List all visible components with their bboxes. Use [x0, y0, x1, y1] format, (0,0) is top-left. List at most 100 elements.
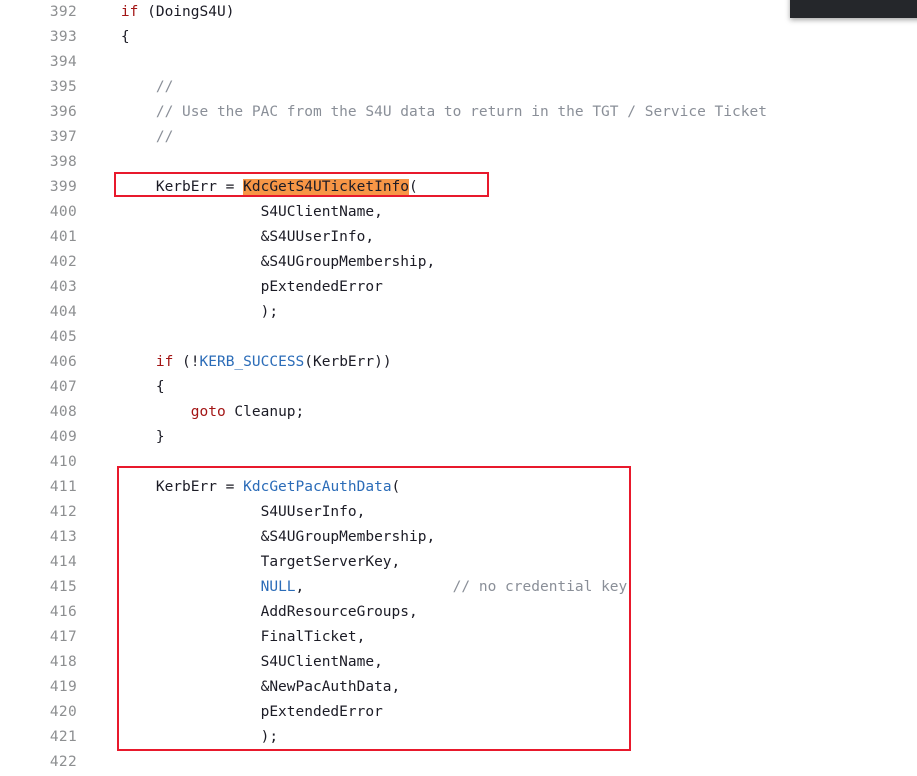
line-code: S4UClientName, [86, 200, 383, 225]
line-code: // [86, 75, 173, 100]
code-token-plain: &S4UGroupMembership, [86, 529, 436, 545]
code-token-plain: } [86, 429, 165, 445]
code-line[interactable]: 412 S4UUserInfo, [0, 500, 917, 525]
code-token-plain: pExtendedError [86, 704, 383, 720]
overlay-panel [790, 0, 917, 18]
line-number: 393 [49, 29, 77, 45]
line-code: KerbErr = KdcGetS4UTicketInfo( [86, 175, 418, 200]
code-token-plain: S4UClientName, [86, 654, 383, 670]
line-number: 406 [49, 354, 77, 370]
code-line[interactable]: 400 S4UClientName, [0, 200, 917, 225]
code-line[interactable]: 405 [0, 325, 917, 350]
code-line[interactable]: 397 // [0, 125, 917, 150]
line-code: &S4UGroupMembership, [86, 525, 436, 550]
code-line[interactable]: 393 { [0, 25, 917, 50]
code-line[interactable]: 413 &S4UGroupMembership, [0, 525, 917, 550]
code-line[interactable]: 415 NULL, // no credential key [0, 575, 917, 600]
line-code: ); [86, 725, 278, 750]
line-number: 407 [49, 379, 77, 395]
line-code: { [86, 25, 130, 50]
code-token-plain: Cleanup; [225, 404, 305, 420]
code-token-plain: &NewPacAuthData, [86, 679, 401, 695]
code-line[interactable]: 395 // [0, 75, 917, 100]
code-line[interactable]: 401 &S4UUserInfo, [0, 225, 917, 250]
code-token-plain: &S4UUserInfo, [86, 229, 375, 245]
line-number: 400 [49, 204, 77, 220]
code-line[interactable]: 418 S4UClientName, [0, 650, 917, 675]
line-number: 399 [49, 179, 77, 195]
code-token-highlight: KdcGetS4UTicketInfo [243, 179, 410, 195]
code-line[interactable]: 399 KerbErr = KdcGetS4UTicketInfo( [0, 175, 917, 200]
line-code: S4UUserInfo, [86, 500, 366, 525]
code-line[interactable]: 422 [0, 750, 917, 775]
code-line[interactable]: 414 TargetServerKey, [0, 550, 917, 575]
line-number: 405 [49, 329, 77, 345]
code-token-plain: (! [173, 354, 200, 370]
code-token-plain: { [86, 29, 130, 45]
line-number: 413 [49, 529, 77, 545]
line-number: 404 [49, 304, 77, 320]
line-code: FinalTicket, [86, 625, 366, 650]
line-number: 392 [49, 4, 77, 20]
line-number: 417 [49, 629, 77, 645]
line-code: } [86, 425, 165, 450]
line-number: 419 [49, 679, 77, 695]
code-line[interactable]: 419 &NewPacAuthData, [0, 675, 917, 700]
line-code: AddResourceGroups, [86, 600, 418, 625]
line-number: 420 [49, 704, 77, 720]
code-token-plain: FinalTicket, [86, 629, 366, 645]
code-token-plain: ( [409, 179, 418, 195]
line-code: { [86, 375, 165, 400]
code-token-comment: // no credential key [452, 579, 628, 595]
line-number: 395 [49, 79, 77, 95]
code-line[interactable]: 410 [0, 450, 917, 475]
line-number: 402 [49, 254, 77, 270]
code-line[interactable]: 408 goto Cleanup; [0, 400, 917, 425]
code-line[interactable]: 407 { [0, 375, 917, 400]
code-token-plain: AddResourceGroups, [86, 604, 418, 620]
code-line[interactable]: 394 [0, 50, 917, 75]
code-line[interactable]: 416 AddResourceGroups, [0, 600, 917, 625]
line-code: NULL, // no credential key [86, 575, 628, 600]
code-token-keyword: goto [190, 404, 226, 420]
code-token-plain: S4UClientName, [86, 204, 383, 220]
line-number: 418 [49, 654, 77, 670]
code-token-plain: (KerbErr)) [304, 354, 392, 370]
code-line[interactable]: 420 pExtendedError [0, 700, 917, 725]
code-line[interactable]: 409 } [0, 425, 917, 450]
code-line[interactable]: 421 ); [0, 725, 917, 750]
code-line[interactable]: 406 if (!KERB_SUCCESS(KerbErr)) [0, 350, 917, 375]
code-line[interactable]: 392 if (DoingS4U) [0, 0, 917, 25]
line-number: 422 [49, 754, 77, 770]
code-line[interactable]: 404 ); [0, 300, 917, 325]
code-token-type: KERB_SUCCESS [199, 354, 305, 370]
line-code: &S4UGroupMembership, [86, 250, 436, 275]
code-line[interactable]: 411 KerbErr = KdcGetPacAuthData( [0, 475, 917, 500]
code-token-comment: // [155, 129, 174, 145]
line-code: goto Cleanup; [86, 400, 305, 425]
line-number: 398 [49, 154, 77, 170]
line-number: 416 [49, 604, 77, 620]
code-line[interactable]: 417 FinalTicket, [0, 625, 917, 650]
code-token-comment: // Use the PAC from the S4U data to retu… [155, 104, 767, 120]
code-listing: 392 if (DoingS4U) 393 {394 395 //396 // Us… [0, 0, 917, 776]
line-number: 414 [49, 554, 77, 570]
line-code: pExtendedError [86, 700, 383, 725]
code-line[interactable]: 398 [0, 150, 917, 175]
code-line[interactable]: 396 // Use the PAC from the S4U data to … [0, 100, 917, 125]
code-token-plain: KerbErr = [86, 479, 244, 495]
line-number: 412 [49, 504, 77, 520]
code-token-plain: ); [86, 729, 279, 745]
code-token-plain: ); [86, 304, 279, 320]
code-line[interactable]: 402 &S4UGroupMembership, [0, 250, 917, 275]
line-number: 408 [49, 404, 77, 420]
code-token-plain: &S4UGroupMembership, [86, 254, 436, 270]
line-number: 403 [49, 279, 77, 295]
code-line[interactable]: 403 pExtendedError [0, 275, 917, 300]
line-code: if (!KERB_SUCCESS(KerbErr)) [86, 350, 392, 375]
line-number: 410 [49, 454, 77, 470]
code-token-plain: , [295, 579, 453, 595]
